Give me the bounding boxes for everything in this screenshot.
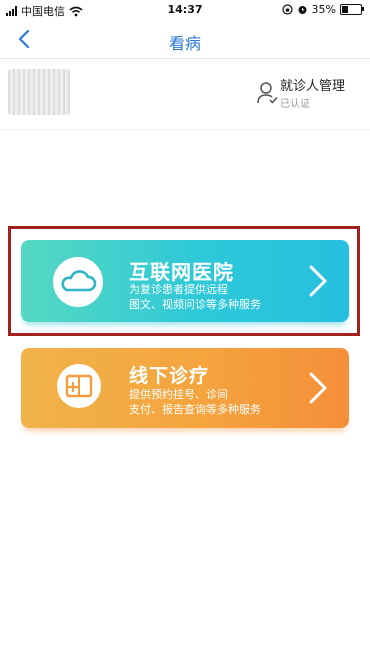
patient-manage-label: 就诊人管理 — [280, 79, 346, 94]
chevron-right-icon — [309, 265, 327, 297]
patient-manage-button[interactable]: 就诊人管理 已认证 — [256, 75, 356, 111]
nav-bar: 看病 — [0, 20, 370, 59]
verified-label: 已认证 — [280, 99, 310, 110]
page-title: 看病 — [168, 34, 201, 53]
avatar — [8, 69, 70, 115]
battery-percent: 35% — [311, 3, 336, 16]
status-bar: 中国电信 14:37 35% — [0, 0, 370, 20]
internet-hospital-desc-line2: 图文、视频问诊等多种服务 — [129, 298, 261, 311]
status-right: 35% — [281, 3, 364, 16]
person-icon — [257, 82, 278, 104]
cloud-icon-circle — [53, 257, 103, 307]
offline-clinic-desc-line2: 支付、报告查询等多种服务 — [129, 403, 261, 416]
internet-hospital-desc-line1: 为复诊患者提供远程 — [129, 283, 228, 296]
clinic-icon-circle — [57, 364, 101, 408]
orientation-lock-icon — [281, 4, 293, 15]
clinic-icon — [65, 374, 93, 398]
alarm-icon — [298, 6, 307, 14]
patient-row: 就诊人管理 已认证 — [0, 59, 370, 130]
cloud-icon — [61, 270, 97, 292]
chevron-right-icon — [309, 372, 327, 404]
offline-clinic-desc: 提供预约挂号、诊间 支付、报告查询等多种服务 — [129, 387, 261, 417]
internet-hospital-desc: 为复诊患者提供远程 图文、视频问诊等多种服务 — [129, 282, 261, 312]
offline-clinic-title: 线下诊疗 — [129, 365, 210, 387]
internet-hospital-card[interactable]: 互联网医院 为复诊患者提供远程 图文、视频问诊等多种服务 — [21, 240, 349, 322]
offline-clinic-card[interactable]: 线下诊疗 提供预约挂号、诊间 支付、报告查询等多种服务 — [21, 348, 349, 428]
battery-icon — [340, 4, 364, 15]
internet-hospital-title: 互联网医院 — [129, 260, 234, 284]
offline-clinic-desc-line1: 提供预约挂号、诊间 — [129, 388, 228, 401]
